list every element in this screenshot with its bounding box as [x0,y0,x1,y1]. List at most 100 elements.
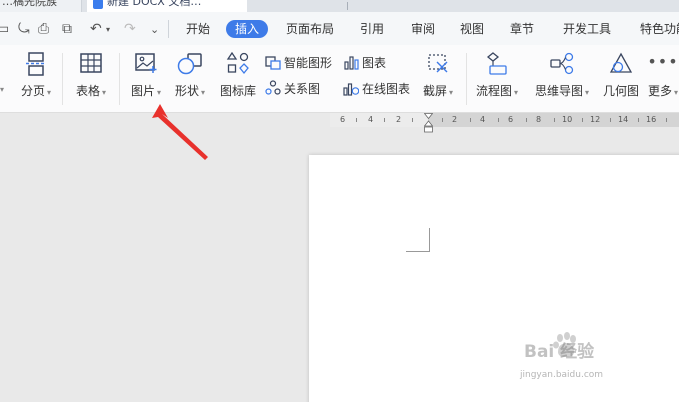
indent-marker-icon[interactable] [424,113,433,133]
tab-developer[interactable]: 开发工具 [563,20,611,38]
wps-writer-icon [93,0,103,9]
ruler-minor-tick [554,118,555,122]
picture-button[interactable]: 图片 ▾ [127,52,165,99]
chevron-down-icon: ▾ [47,88,52,97]
icon-library-icon [226,52,249,75]
more-label: 更多 [647,84,672,98]
smart-art-icon [265,56,281,70]
chevron-down-icon: ▾ [449,88,454,97]
ruler-tick: 8 [536,115,542,124]
tab-view[interactable]: 视图 [460,20,484,38]
tab-divider [347,2,348,10]
table-button[interactable]: 表格 ▾ [72,52,110,99]
margin-corner-mark [429,228,430,252]
ruler-minor-tick [470,118,471,122]
screenshot-label: 截屏 [422,84,447,98]
save-icon[interactable]: ▭ [0,21,9,37]
document-tab-title: 新建 DOCX 文档… [107,0,202,8]
document-tab-active[interactable]: 新建 DOCX 文档… [87,0,247,12]
tab-sections[interactable]: 章节 [510,20,534,38]
flowchart-icon [486,52,507,75]
ruler-minor-tick [638,118,639,122]
document-tab-inactive[interactable]: …稿先院族 [0,0,82,12]
export-pdf-icon[interactable]: ⤿ [18,21,30,37]
tab-page-layout[interactable]: 页面布局 [286,20,334,38]
tab-home[interactable]: 开始 [186,20,210,38]
table-icon [80,53,102,73]
mindmap-label: 思维导图 [534,84,583,98]
ruler-tick: 4 [480,115,486,124]
ellipsis-icon: ••• [647,52,679,71]
relation-chart-label: 关系图 [284,82,321,96]
ruler-minor-tick [610,118,611,122]
shape-label: 形状 [174,84,199,98]
ruler-tick: 2 [452,115,458,124]
watermark-brand: Bai 经验 [524,342,595,362]
tab-special-features[interactable]: 特色功能 [640,20,679,38]
tab-insert[interactable]: 插入 [226,20,269,38]
ruler-tick: 6 [340,115,346,124]
undo-dropdown-icon[interactable]: ▾ [106,25,110,34]
tab-review[interactable]: 审阅 [411,20,435,38]
icon-library-label: 图标库 [219,84,256,98]
page-break-button[interactable]: 分页 ▾ [16,52,56,99]
margin-corner-mark [406,251,430,252]
picture-icon [135,53,157,73]
table-label: 表格 [75,84,100,98]
page-break-icon [26,52,46,76]
ribbon-divider [119,53,120,105]
menu-bar: ▭ ⤿ ⎙ ⧉ ↶ ▾ ↷ ⌄ 开始 插入 页面布局 引用 审阅 视图 章节 开… [0,12,679,45]
print-preview-icon[interactable]: ⧉ [62,21,72,37]
online-chart-label: 在线图表 [362,82,411,96]
ruler-tick: 4 [368,115,374,124]
geometry-button[interactable]: 几何图 [601,52,641,99]
ruler-minor-tick [498,118,499,122]
chart-button[interactable]: 图表 [343,54,386,70]
ruler-tick: 16 [646,115,657,124]
smart-art-button[interactable]: 智能图形 [265,54,332,70]
ruler-minor-tick [442,118,443,122]
chevron-down-icon: ▾ [514,88,519,97]
horizontal-ruler[interactable]: 6 4 2 2 4 6 8 10 12 14 16 [330,113,679,127]
shape-button[interactable]: 形状 ▾ [170,52,210,99]
ruler-minor-tick [666,118,667,122]
title-tab-strip: …稿先院族 新建 DOCX 文档… [0,0,679,12]
ruler-minor-tick [384,118,385,122]
chevron-down-icon: ▾ [157,88,162,97]
ruler-tick: 14 [618,115,629,124]
chevron-down-icon: ▾ [674,88,679,97]
ruler-minor-tick [526,118,527,122]
more-button[interactable]: ••• 更多 ▾ [646,52,679,99]
ruler-minor-tick [582,118,583,122]
mindmap-button[interactable]: 思维导图 ▾ [532,52,592,99]
bar-chart-icon [344,56,359,70]
ruler-minor-tick [356,118,357,122]
undo-icon[interactable]: ↶ [90,21,102,37]
online-chart-icon [343,83,360,96]
ruler-tick: 6 [508,115,514,124]
geometry-icon [609,52,633,73]
screenshot-icon [428,54,448,73]
page-break-label: 分页 [20,84,45,98]
clipped-dropdown-icon[interactable]: ▾ [0,85,4,94]
icon-library-button[interactable]: 图标库 [218,52,258,99]
ribbon-divider [62,53,63,105]
online-chart-button[interactable]: 在线图表 [343,80,410,96]
customize-toolbar-icon[interactable]: ⌄ [150,23,159,36]
ruler-tick: 10 [562,115,573,124]
insert-ribbon: ▾ 分页 ▾ 表格 ▾ 图片 ▾ 形状 ▾ 图标库 智能图形 关系图 图表 在线… [0,45,679,113]
shape-icon [177,53,202,75]
flowchart-label: 流程图 [475,84,512,98]
relation-chart-button[interactable]: 关系图 [265,80,320,96]
flowchart-button[interactable]: 流程图 ▾ [474,52,520,99]
chart-label: 图表 [362,56,387,70]
document-tab-label: …稿先院族 [2,0,57,8]
tab-references[interactable]: 引用 [360,20,384,38]
print-icon[interactable]: ⎙ [38,21,49,37]
ruler-tick: 12 [590,115,601,124]
geometry-label: 几何图 [602,84,639,98]
picture-label: 图片 [130,84,155,98]
redo-icon[interactable]: ↷ [124,21,136,37]
relation-chart-icon [265,80,281,95]
screenshot-button[interactable]: 截屏 ▾ [418,52,458,99]
